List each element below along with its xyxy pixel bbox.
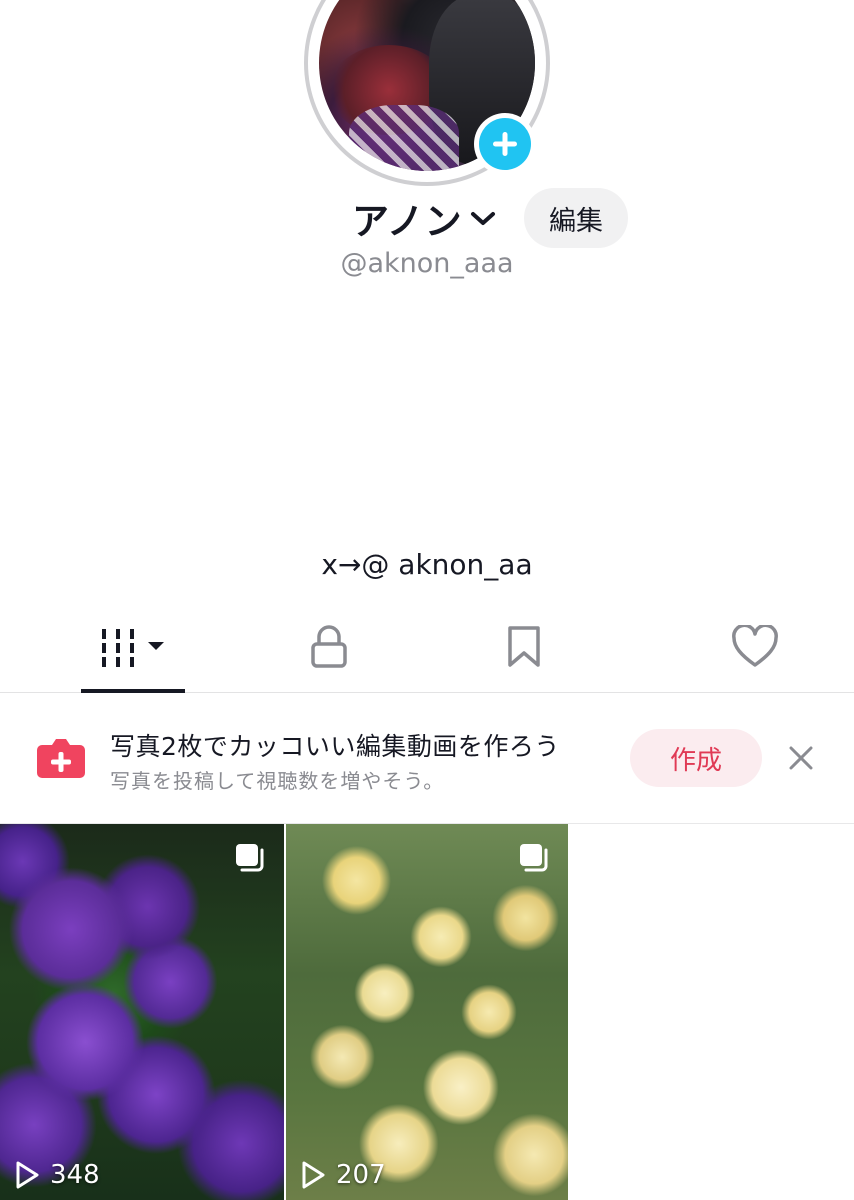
lock-icon [309,624,349,674]
view-count: 348 [14,1160,100,1190]
view-count-value: 348 [50,1160,100,1190]
tab-saved[interactable] [392,606,656,692]
plus-icon [479,118,531,170]
create-button[interactable]: 作成 [630,729,762,787]
post-thumbnail-hydrangea[interactable]: 348 [0,824,284,1200]
view-count-value: 207 [336,1160,386,1190]
avatar-pattern-detail [349,105,459,171]
post-thumbnail-roses[interactable]: 207 [286,824,568,1200]
promo-subtitle: 写真を投稿して視聴数を増やそう。 [110,769,445,793]
bookmark-icon [506,625,542,673]
tab-videos[interactable] [0,606,266,693]
view-count: 207 [300,1160,386,1190]
heart-icon [731,623,779,673]
posts-grid: 348 207 [0,824,854,1200]
carousel-icon [518,842,550,878]
carousel-icon [234,842,266,878]
profile-tabs [0,606,854,693]
display-name: アノン [352,200,463,243]
add-avatar-button[interactable] [474,113,536,175]
chevron-down-icon [469,209,497,233]
photo-add-icon [36,737,86,783]
tab-private[interactable] [266,606,392,692]
username: @aknon_aaa [340,248,514,279]
play-icon [302,1161,325,1189]
videos-grid-icon [98,625,168,673]
close-icon[interactable] [786,743,816,773]
display-name-switcher[interactable]: アノン [352,190,497,246]
promo-banner: 写真2枚でカッコいい編集動画を作ろう 写真を投稿して視聴数を増やそう。 作成 [0,693,854,824]
bio: x→@ aknon_aa [321,548,533,581]
edit-profile-button[interactable]: 編集 [524,188,628,248]
play-icon [16,1161,39,1189]
tab-liked[interactable] [656,606,854,692]
promo-title: 写真2枚でカッコいい編集動画を作ろう [110,732,560,761]
